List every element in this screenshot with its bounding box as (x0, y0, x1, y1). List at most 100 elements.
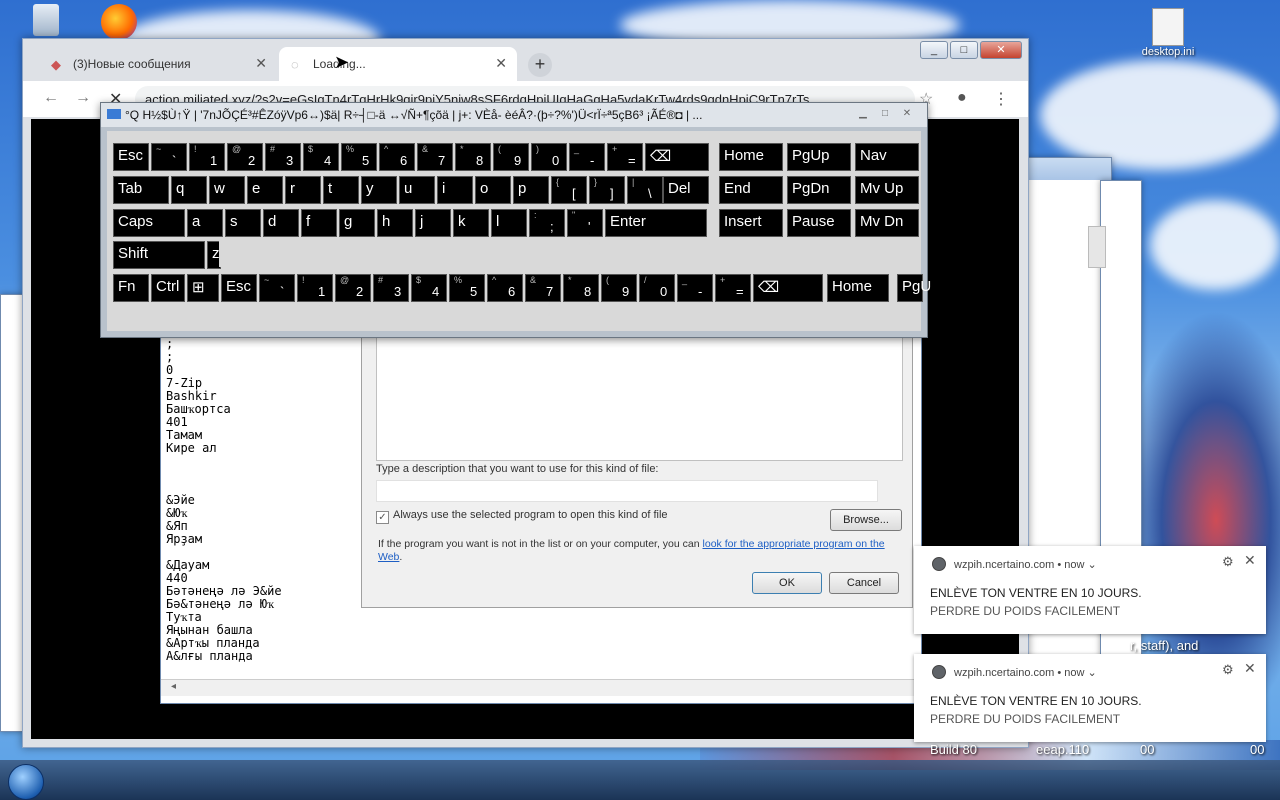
cancel-button[interactable]: Cancel (829, 572, 899, 594)
key-4-10[interactable]: ^ 6 (487, 274, 523, 302)
description-input[interactable] (376, 480, 878, 502)
key-0-10[interactable]: (9 (493, 143, 529, 171)
key-pause[interactable]: Pause (787, 209, 851, 237)
key-0-8[interactable]: & 7 (417, 143, 453, 171)
checkbox-box[interactable]: ✓ (376, 511, 389, 524)
start-button[interactable] (8, 764, 44, 800)
key-4-13[interactable]: (9 (601, 274, 637, 302)
key-0-5[interactable]: $4 (303, 143, 339, 171)
key-1-13[interactable]: | \ (627, 176, 663, 204)
minimize-button[interactable]: _ (920, 41, 948, 59)
key-fn[interactable]: Fn (113, 274, 149, 302)
always-use-checkbox[interactable]: ✓ Always use the selected program to open… (376, 509, 668, 524)
key-r[interactable]: r (285, 176, 321, 204)
tab-messages[interactable]: ◆ (3)Новые сообщения ✕ (39, 47, 277, 81)
key-esc[interactable]: Esc (113, 143, 149, 171)
key-0-2[interactable]: ! 1 (189, 143, 225, 171)
close-tab-icon[interactable]: ✕ (495, 55, 507, 72)
key-home[interactable]: Home (719, 143, 783, 171)
key-4-16[interactable]: + = (715, 274, 751, 302)
key-0-11[interactable]: ) 0 (531, 143, 567, 171)
minimize-button[interactable]: ▁ (853, 107, 873, 121)
desktop-ini-icon[interactable]: desktop.ini (1136, 8, 1200, 58)
key-mv-up[interactable]: Mv Up (855, 176, 919, 204)
key-u[interactable]: u (399, 176, 435, 204)
maximize-button[interactable]: □ (875, 107, 895, 121)
key-end[interactable]: End (719, 176, 783, 204)
key-enter[interactable]: Enter (605, 209, 707, 237)
close-button[interactable]: ✕ (897, 107, 917, 121)
key-caps[interactable]: Caps (113, 209, 185, 237)
key-d[interactable]: d (263, 209, 299, 237)
key-0-7[interactable]: ^ 6 (379, 143, 415, 171)
vertical-scrollbar[interactable] (1088, 226, 1106, 268)
key-a[interactable]: a (187, 209, 223, 237)
key-4-12[interactable]: * 8 (563, 274, 599, 302)
key-0-13[interactable]: + = (607, 143, 643, 171)
key-l[interactable]: l (491, 209, 527, 237)
key-4-9[interactable]: % 5 (449, 274, 485, 302)
key-t[interactable]: t (323, 176, 359, 204)
key-o[interactable]: o (475, 176, 511, 204)
background-window[interactable] (0, 294, 24, 732)
key-q[interactable]: q (171, 176, 207, 204)
key-symbol[interactable]: ⊞ (187, 274, 219, 302)
profile-icon[interactable]: ● (957, 89, 967, 107)
key-0-6[interactable]: % 5 (341, 143, 377, 171)
gear-icon[interactable]: ⚙ (1222, 554, 1234, 570)
key-4-7[interactable]: #3 (373, 274, 409, 302)
forward-icon[interactable]: → (75, 89, 91, 107)
key-0-9[interactable]: * 8 (455, 143, 491, 171)
close-button[interactable]: ✕ (980, 41, 1022, 59)
key-w[interactable]: w (209, 176, 245, 204)
key-j[interactable]: j (415, 209, 451, 237)
maximize-button[interactable]: □ (950, 41, 978, 59)
key-h[interactable]: h (377, 209, 413, 237)
horizontal-scrollbar[interactable]: ◂ (161, 679, 921, 696)
key-1-12[interactable]: }] (589, 176, 625, 204)
key-esc[interactable]: Esc (221, 274, 257, 302)
key-y[interactable]: y (361, 176, 397, 204)
close-icon[interactable]: ✕ (1244, 552, 1256, 569)
osk-titlebar[interactable]: °Q H½$Ù↑Ÿ | '7nJÕÇÉ³#ÊZóÿVp6↔)$ä| R÷┤□-ä… (101, 103, 927, 127)
key-nav[interactable]: Nav (855, 143, 919, 171)
key-0-1[interactable]: ~ ` (151, 143, 187, 171)
key-4-6[interactable]: @2 (335, 274, 371, 302)
key-4-5[interactable]: ! 1 (297, 274, 333, 302)
on-screen-keyboard[interactable]: °Q H½$Ù↑Ÿ | '7nJÕÇÉ³#ÊZóÿVp6↔)$ä| R÷┤□-ä… (100, 102, 931, 338)
key-i[interactable]: i (437, 176, 473, 204)
key-tab[interactable]: Tab (113, 176, 169, 204)
key-2-11[interactable]: " ' (567, 209, 603, 237)
key-4-8[interactable]: $4 (411, 274, 447, 302)
key-0-4[interactable]: #3 (265, 143, 301, 171)
browse-button[interactable]: Browse... (830, 509, 902, 531)
key-4-14[interactable]: /0 (639, 274, 675, 302)
key-pgup[interactable]: PgUp (787, 143, 851, 171)
key-0-3[interactable]: @2 (227, 143, 263, 171)
close-icon[interactable]: ✕ (1244, 660, 1256, 677)
notification[interactable]: wzpih.ncertaino.com • now ⌄ ⚙ ✕ ENLÈVE T… (914, 654, 1266, 742)
key-insert[interactable]: Insert (719, 209, 783, 237)
key-0-12[interactable]: _ - (569, 143, 605, 171)
program-list[interactable] (376, 337, 903, 461)
menu-icon[interactable]: ⋮ (993, 89, 1009, 109)
notification[interactable]: wzpih.ncertaino.com • now ⌄ ⚙ ✕ ENLÈVE T… (914, 546, 1266, 634)
key-p[interactable]: p (513, 176, 549, 204)
open-with-dialog[interactable]: Type a description that you want to use … (361, 336, 913, 608)
scroll-left-icon[interactable]: ◂ (171, 681, 176, 692)
key-pgu[interactable]: PgU (897, 274, 931, 302)
key-mv-dn[interactable]: Mv Dn (855, 209, 919, 237)
key-e[interactable]: e (247, 176, 283, 204)
key-ctrl[interactable]: Ctrl (151, 274, 185, 302)
ok-button[interactable]: OK (752, 572, 822, 594)
key-home[interactable]: Home (827, 274, 889, 302)
key-2-10[interactable]: :; (529, 209, 565, 237)
key-symbol[interactable]: ⌫ (645, 143, 709, 171)
key-4-4[interactable]: ~ ` (259, 274, 295, 302)
key-del[interactable]: Del (663, 176, 709, 204)
back-icon[interactable]: ← (43, 89, 59, 107)
new-tab-button[interactable]: + (528, 53, 552, 77)
gear-icon[interactable]: ⚙ (1222, 662, 1234, 678)
key-g[interactable]: g (339, 209, 375, 237)
key-s[interactable]: s (225, 209, 261, 237)
